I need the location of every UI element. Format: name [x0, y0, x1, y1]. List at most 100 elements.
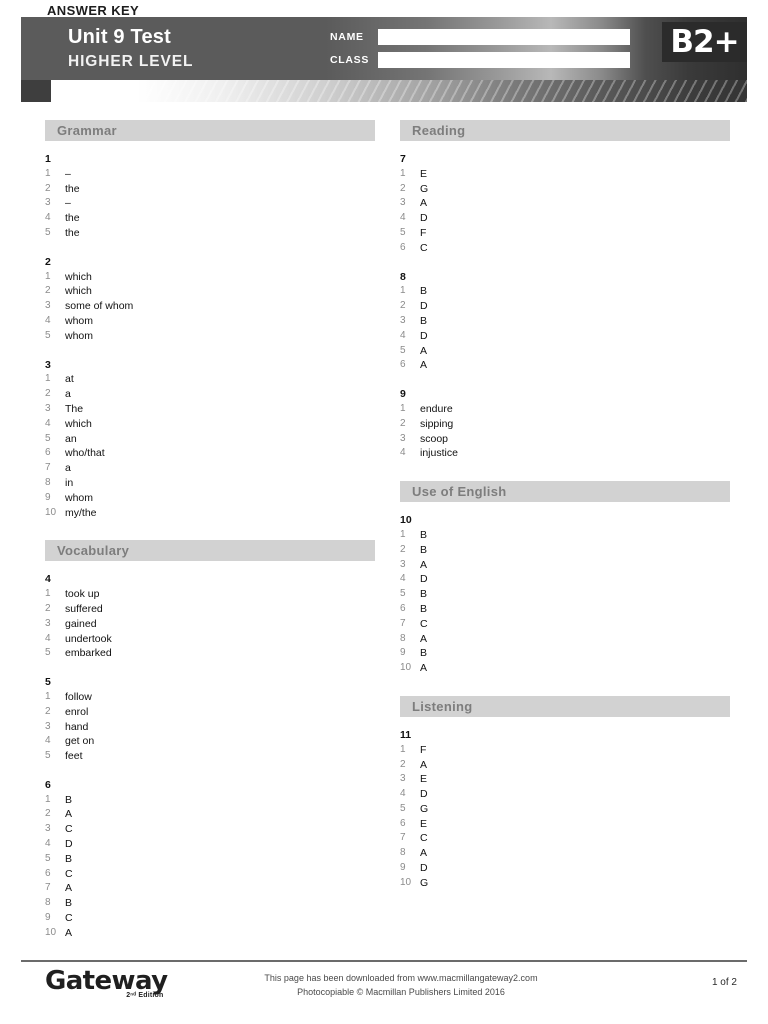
level-badge: B2+ — [662, 22, 747, 62]
answer-value: C — [65, 912, 73, 925]
exercise-number: 1 — [45, 153, 51, 165]
answer-row: 7a — [45, 461, 375, 476]
gateway-logo-text: Gateway — [45, 966, 168, 996]
answer-value: D — [420, 329, 428, 342]
left-column: Grammar 1 1–2 the 3–4 the 5 the 2 1 which 2 which 3 so… — [45, 120, 375, 955]
answer-value: in — [65, 476, 74, 489]
footer-copyright-line: Photocopiable © Macmillan Publishers Lim… — [297, 987, 505, 997]
answer-row: 8B — [45, 896, 375, 911]
answer-row: 3 The — [45, 402, 375, 417]
answer-row: 3 some of whom — [45, 299, 375, 314]
exercise-9: 9 1 endure 2 sipping 3 scoop 4 injustice — [400, 387, 730, 461]
answer-row: 3 gained — [45, 617, 375, 632]
answer-value: scoop — [420, 432, 449, 445]
answer-index: 2 — [45, 388, 51, 400]
name-input[interactable] — [378, 29, 630, 45]
answer-row: 9C — [45, 911, 375, 926]
section-header-listening: Listening — [400, 695, 730, 717]
answer-value: some of whom — [65, 300, 134, 313]
answer-index: 7 — [45, 462, 51, 474]
answer-value: hand — [65, 720, 89, 733]
answer-value: enrol — [65, 705, 89, 718]
answer-row: 1 took up — [45, 587, 375, 602]
answer-value: A — [420, 197, 428, 210]
answer-index: 2 — [400, 182, 406, 194]
answer-index: 1 — [45, 690, 51, 702]
answer-index: 5 — [45, 852, 51, 864]
answer-row: 6 who/that — [45, 446, 375, 461]
answer-row: 2 suffered — [45, 602, 375, 617]
exercise-number: 3 — [45, 358, 51, 371]
answer-index: 10 — [45, 506, 57, 518]
answer-value: sipping — [420, 417, 454, 430]
answer-index: 1 — [45, 270, 51, 282]
answer-value: feet — [65, 750, 83, 763]
answer-value: A — [420, 632, 428, 645]
answer-value: gained — [65, 617, 97, 630]
answer-row: 6B — [400, 602, 730, 617]
answer-value: F — [420, 743, 427, 756]
answer-index: 3 — [400, 197, 406, 209]
answer-index: 2 — [45, 182, 51, 194]
answer-index: 6 — [400, 241, 406, 253]
answer-index: 8 — [45, 897, 51, 909]
answer-index: 10 — [45, 926, 57, 938]
answer-row: 2 the — [45, 182, 375, 197]
answer-row: 7C — [400, 617, 730, 632]
answer-key-band — [21, 80, 747, 102]
answer-index: 5 — [45, 647, 51, 659]
answer-row: 7A — [45, 881, 375, 896]
answer-row: 1 follow — [45, 690, 375, 705]
student-fields: NAME CLASS — [330, 28, 630, 74]
class-label: CLASS — [330, 54, 370, 66]
exercise-8: 81B2D3B4D5A6A — [400, 270, 730, 374]
answer-value: B — [420, 588, 428, 601]
answer-value: A — [420, 758, 428, 771]
answer-index: 7 — [400, 617, 406, 629]
exercise-5: 5 1 follow 2 enrol 3 hand 4 get on 5 feet — [45, 675, 375, 764]
answer-index: 6 — [45, 447, 51, 459]
answer-row: 1 endure — [400, 402, 730, 417]
answer-row: 10 A — [400, 661, 730, 676]
answer-index: 4 — [400, 329, 406, 341]
answer-row: 4D — [45, 837, 375, 852]
exercise-number: 4 — [45, 573, 51, 586]
answer-value: whom — [65, 314, 94, 327]
answer-row: 5 the — [45, 226, 375, 241]
answer-row: 4 whom — [45, 314, 375, 329]
page-subtitle: HIGHER LEVEL — [68, 53, 194, 70]
answer-row: 4D — [400, 329, 730, 344]
answer-row: 4 the — [45, 211, 375, 226]
answer-value: at — [65, 373, 74, 386]
answer-row: 1B — [45, 793, 375, 808]
class-input[interactable] — [378, 52, 630, 68]
answer-row: 2B — [400, 543, 730, 558]
answer-value: whom — [65, 329, 94, 342]
answer-row: 5B — [45, 852, 375, 867]
answer-index: 2 — [45, 705, 51, 717]
answer-row: 1B — [400, 284, 730, 299]
gateway-logo: Gateway 2ⁿᵈ Edition — [45, 966, 168, 999]
answer-row: 5A — [400, 344, 730, 359]
answer-index: 5 — [400, 344, 406, 356]
exercise-number: 9 — [400, 388, 406, 401]
answer-value: undertook — [65, 632, 112, 645]
right-column: Reading 7 1 E 2 G 3 A 4 D 5 F 6 C 8 1 B 2 D 3 B 4 D 5 A 6 A 9 1 endur… — [400, 120, 730, 905]
exercise-2: 2 1 which 2 which 3 some of whom 4 whom 5 whom — [45, 255, 375, 344]
answer-value: D — [420, 573, 428, 586]
answer-index: 2 — [400, 417, 406, 429]
answer-index: 5 — [400, 802, 406, 814]
answer-index: 4 — [400, 573, 406, 585]
answer-row: 5 an — [45, 432, 375, 447]
answer-row: 6E — [400, 817, 730, 832]
answer-index: 3 — [45, 300, 51, 312]
answer-index: 1 — [400, 167, 406, 179]
page-indicator: 1 of 2 — [711, 977, 737, 988]
answer-value: embarked — [65, 647, 112, 660]
answer-value: E — [420, 773, 428, 786]
answer-index: 10 — [400, 876, 412, 888]
exercise-number: 10 — [400, 514, 412, 527]
answer-row: 5 whom — [45, 329, 375, 344]
page-title: Unit 9 Test — [68, 26, 171, 48]
answer-row: 3A — [400, 558, 730, 573]
